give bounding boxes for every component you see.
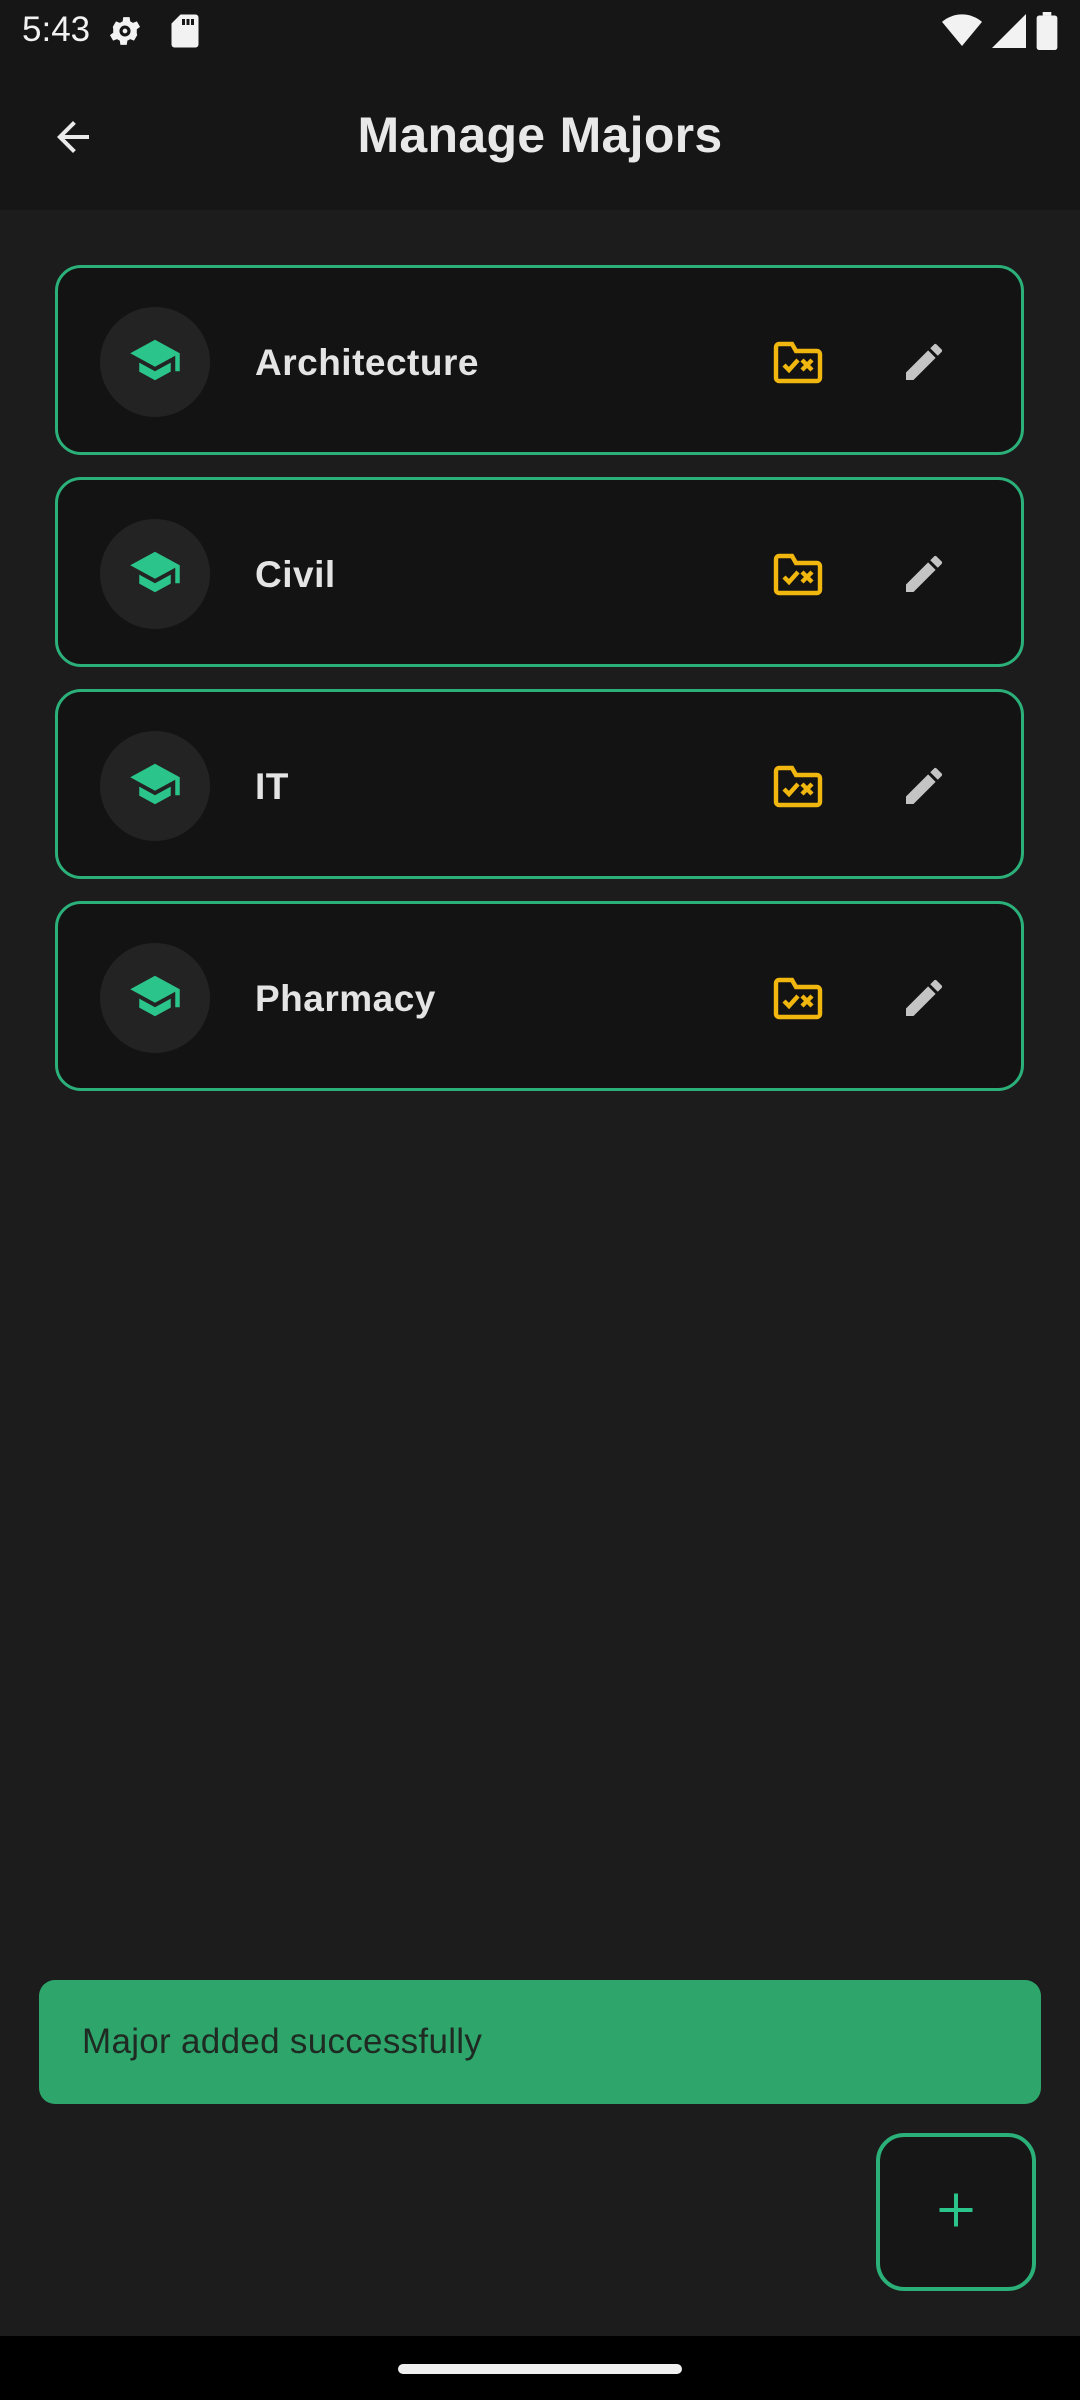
major-name: Pharmacy	[255, 978, 436, 1019]
graduation-cap-icon	[128, 969, 182, 1028]
major-name: IT	[255, 766, 289, 807]
avatar	[100, 307, 210, 417]
major-card[interactable]: IT	[55, 689, 1024, 879]
pencil-icon	[900, 338, 948, 391]
major-name: Civil	[255, 554, 336, 595]
toggle-folder-button[interactable]	[758, 960, 838, 1040]
avatar	[100, 731, 210, 841]
page-title: Manage Majors	[357, 107, 723, 163]
snackbar-message: Major added successfully	[82, 2022, 483, 2061]
major-card[interactable]: Civil	[55, 477, 1024, 667]
toggle-folder-button[interactable]	[758, 324, 838, 404]
pencil-icon	[900, 762, 948, 815]
wifi-icon	[942, 13, 982, 54]
edit-button[interactable]	[884, 748, 964, 828]
toggle-folder-button[interactable]	[758, 536, 838, 616]
battery-icon	[1036, 12, 1058, 55]
edit-button[interactable]	[884, 960, 964, 1040]
folder-check-x-icon	[772, 976, 824, 1025]
status-time: 5:43	[22, 10, 91, 49]
plus-icon	[934, 2188, 978, 2237]
pencil-icon	[900, 550, 948, 603]
sd-card-icon	[170, 13, 200, 54]
app-bar: Manage Majors	[0, 62, 1080, 210]
majors-list: Architecture Civil IT Pharmacy	[55, 265, 1024, 1113]
graduation-cap-icon	[128, 333, 182, 392]
major-card[interactable]: Architecture	[55, 265, 1024, 455]
edit-button[interactable]	[884, 536, 964, 616]
avatar	[100, 943, 210, 1053]
folder-check-x-icon	[772, 340, 824, 389]
graduation-cap-icon	[128, 757, 182, 816]
toggle-folder-button[interactable]	[758, 748, 838, 828]
major-name: Architecture	[255, 342, 479, 383]
major-card[interactable]: Pharmacy	[55, 901, 1024, 1091]
add-major-button[interactable]	[876, 2133, 1036, 2291]
signal-icon	[992, 13, 1026, 54]
home-indicator[interactable]	[398, 2364, 682, 2374]
system-nav-bar	[0, 2336, 1080, 2400]
avatar	[100, 519, 210, 629]
status-bar: 5:43	[0, 0, 1080, 62]
folder-check-x-icon	[772, 552, 824, 601]
edit-button[interactable]	[884, 324, 964, 404]
pencil-icon	[900, 974, 948, 1027]
folder-check-x-icon	[772, 764, 824, 813]
gear-icon	[106, 12, 144, 55]
snackbar: Major added successfully	[39, 1980, 1041, 2104]
graduation-cap-icon	[128, 545, 182, 604]
